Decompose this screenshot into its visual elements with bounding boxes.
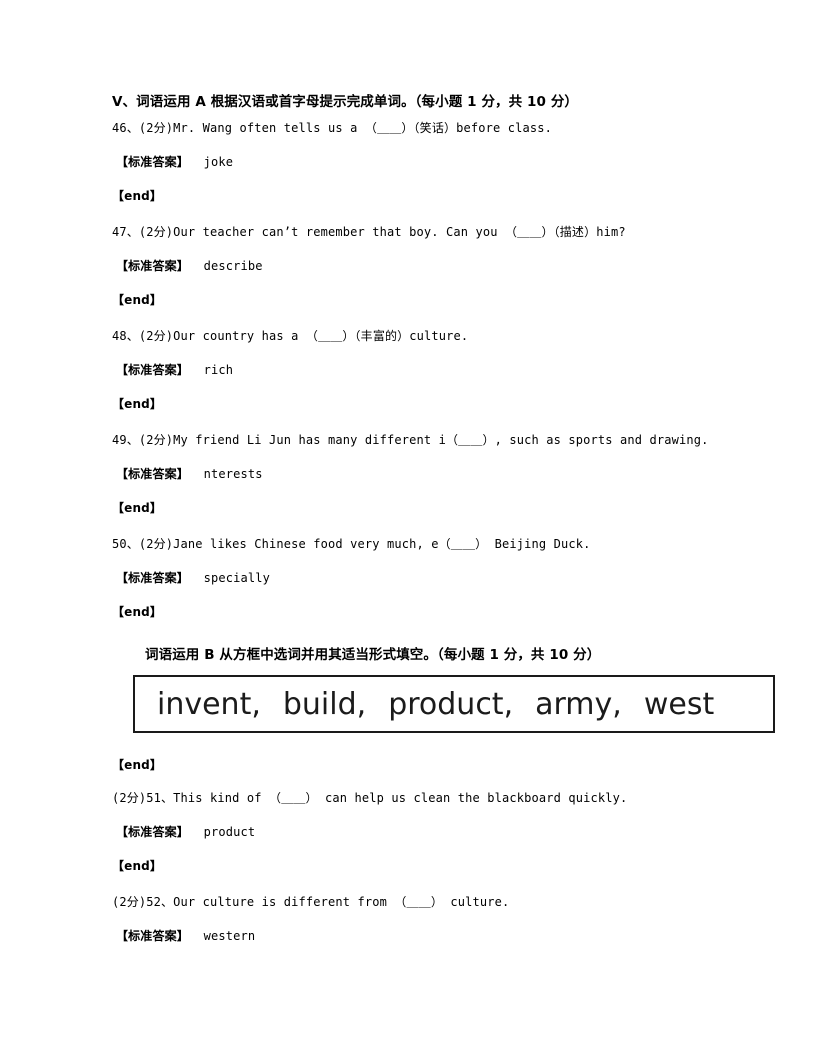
end-marker-51: 【end】 [112,859,163,873]
answer-line-48: 【标准答案】 rich [112,363,784,378]
answer-line-46: 【标准答案】 joke [112,155,784,170]
word-bank-item-4: west [643,686,715,722]
question-block-50: 50、(2分)Jane likes Chinese food very much… [112,537,784,620]
question-text-51: (2分)51、This kind of （＿＿） can help us cle… [112,791,628,805]
answer-value-51: product [203,825,256,839]
question-text-49: 49、(2分)My friend Li Jun has many differe… [112,433,709,447]
word-bank-item-1: build, [282,686,367,722]
end-marker-wordbank: 【end】 [112,758,163,772]
answer-label-46: 【标准答案】 [116,155,189,169]
answer-value-50: specially [203,571,271,585]
section-b-heading: 词语运用 B 从方框中选词并用其适当形式填空。（每小题 1 分，共 10 分） [145,647,601,663]
answer-line-51: 【标准答案】 product [112,825,784,840]
word-bank-box: invent, build, product, army, west [133,675,775,733]
document-content: Ⅴ、词语运用 A 根据汉语或首字母提示完成单词。（每小题 1 分，共 10 分）… [112,93,784,944]
answer-label-50: 【标准答案】 [116,571,189,585]
answer-label-51: 【标准答案】 [116,825,189,839]
answer-line-50: 【标准答案】 specially [112,571,784,586]
answer-line-52: 【标准答案】 western [112,929,784,944]
document-page: Ⅴ、词语运用 A 根据汉语或首字母提示完成单词。（每小题 1 分，共 10 分）… [0,0,816,1056]
answer-value-47: describe [203,259,263,273]
question-block-52: (2分)52、Our culture is different from （＿＿… [112,895,784,944]
answer-value-46: joke [203,155,234,169]
question-text-47: 47、(2分)Our teacher can’t remember that b… [112,225,626,239]
answer-line-47: 【标准答案】 describe [112,259,784,274]
question-text-46: 46、(2分)Mr. Wang often tells us a （＿＿）（笑话… [112,121,552,135]
word-bank-item-0: invent, [157,686,261,722]
word-bank-text: invent, build, product, army, west [135,687,714,722]
answer-value-49: nterests [203,467,263,481]
end-marker-49: 【end】 [112,501,163,515]
answer-label-47: 【标准答案】 [116,259,189,273]
end-marker-50: 【end】 [112,605,163,619]
question-block-46: 46、(2分)Mr. Wang often tells us a （＿＿）（笑话… [112,121,784,204]
answer-label-49: 【标准答案】 [116,467,189,481]
question-block-51: (2分)51、This kind of （＿＿） can help us cle… [112,791,784,874]
question-block-49: 49、(2分)My friend Li Jun has many differe… [112,433,784,516]
answer-value-48: rich [203,363,234,377]
question-block-47: 47、(2分)Our teacher can’t remember that b… [112,225,784,308]
end-marker-48: 【end】 [112,397,163,411]
end-marker-46: 【end】 [112,189,163,203]
question-block-48: 48、(2分)Our country has a （＿＿）（丰富的）cultur… [112,329,784,412]
answer-label-48: 【标准答案】 [116,363,189,377]
answer-label-52: 【标准答案】 [116,929,189,943]
answer-line-49: 【标准答案】 nterests [112,467,784,482]
question-text-52: (2分)52、Our culture is different from （＿＿… [112,895,510,909]
question-text-50: 50、(2分)Jane likes Chinese food very much… [112,537,591,551]
word-bank-item-3: army, [535,686,622,722]
answer-value-52: western [203,929,256,943]
question-text-48: 48、(2分)Our country has a （＿＿）（丰富的）cultur… [112,329,469,343]
word-bank-item-2: product, [388,686,514,722]
end-marker-47: 【end】 [112,293,163,307]
section-a-heading: Ⅴ、词语运用 A 根据汉语或首字母提示完成单词。（每小题 1 分，共 10 分） [112,94,579,110]
